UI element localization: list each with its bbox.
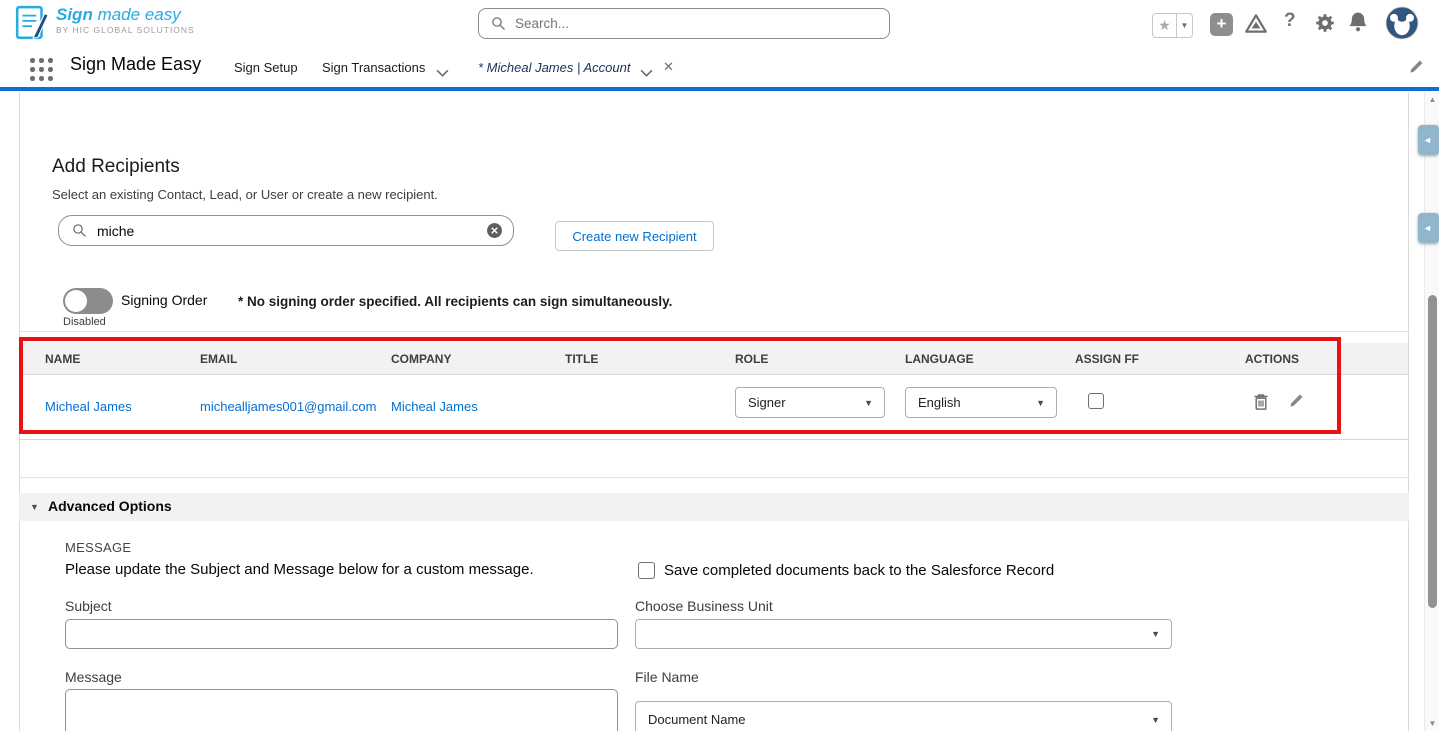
advanced-options-header[interactable]: ▼ Advanced Options (19, 493, 1409, 521)
scrollbar-thumb[interactable] (1428, 295, 1437, 608)
recipient-search-box[interactable] (58, 215, 514, 246)
column-header-language: LANGUAGE (905, 352, 974, 366)
app-launcher-waffle-icon[interactable] (30, 58, 54, 82)
page-subtitle: Select an existing Contact, Lead, or Use… (52, 187, 438, 202)
chevron-down-icon: ▼ (1036, 398, 1056, 408)
side-panel-toggle-button[interactable]: ◄ (1418, 213, 1439, 243)
toggle-knob (65, 290, 87, 312)
role-select-value: Signer (736, 395, 864, 410)
chevron-down-icon: ▼ (864, 398, 884, 408)
recipients-table-header: NAME EMAIL COMPANY TITLE ROLE LANGUAGE A… (20, 343, 1408, 375)
notifications-bell-icon[interactable] (1347, 11, 1369, 38)
scroll-up-arrow-icon[interactable]: ▲ (1425, 95, 1439, 104)
tab-chevron-down-icon[interactable] (640, 64, 653, 82)
file-name-value: Document Name (636, 702, 1151, 727)
app-nav-bar: Sign Made Easy Sign Setup Sign Transacti… (0, 46, 1439, 91)
column-header-assign-ff: ASSIGN FF (1075, 352, 1139, 366)
favorites-button-group: ★ ▼ (1152, 13, 1193, 38)
recipient-email-link[interactable]: michealljames001@gmail.com (200, 399, 376, 414)
role-select[interactable]: Signer ▼ (735, 387, 885, 418)
logo-title: Sign made easy (56, 5, 195, 25)
logo-subtitle: BY HIC GLOBAL SOLUTIONS (56, 25, 195, 35)
assign-ff-checkbox[interactable] (1088, 393, 1104, 409)
recipient-table-row: Micheal James michealljames001@gmail.com… (20, 375, 1408, 440)
column-header-company: COMPANY (391, 352, 451, 366)
message-label: Message (65, 669, 122, 685)
save-documents-checkbox[interactable] (638, 562, 655, 579)
user-avatar[interactable] (1385, 6, 1419, 45)
nav-item-sign-setup[interactable]: Sign Setup (234, 60, 298, 75)
global-search-input[interactable] (515, 16, 889, 31)
app-window: Sign made easy BY HIC GLOBAL SOLUTIONS ★… (0, 0, 1439, 731)
app-name: Sign Made Easy (70, 54, 201, 75)
message-section-label: MESSAGE (65, 540, 131, 555)
edit-pencil-icon[interactable] (1288, 392, 1305, 414)
global-header: Sign made easy BY HIC GLOBAL SOLUTIONS ★… (0, 0, 1439, 46)
file-name-select[interactable]: Document Name ▼ (635, 701, 1172, 731)
chevron-down-icon: ▼ (1151, 629, 1171, 639)
logo-title-light: made easy (93, 5, 181, 24)
recipient-search-input[interactable] (97, 223, 486, 239)
advanced-options-label: Advanced Options (48, 498, 172, 514)
setup-gear-icon[interactable] (1314, 12, 1336, 39)
recipient-company-link[interactable]: Micheal James (391, 399, 478, 414)
column-header-name: NAME (45, 352, 80, 366)
signing-order-state: Disabled (63, 316, 106, 328)
brand-logo: Sign made easy BY HIC GLOBAL SOLUTIONS (14, 5, 195, 46)
signing-order-note: * No signing order specified. All recipi… (238, 294, 672, 309)
business-unit-select[interactable]: ▼ (635, 619, 1172, 649)
nav-item-sign-transactions[interactable]: Sign Transactions (322, 60, 425, 75)
main-content-viewport: Add Recipients Select an existing Contac… (0, 92, 1439, 731)
column-header-role: ROLE (735, 352, 768, 366)
signing-order-label: Signing Order (121, 292, 207, 308)
section-divider (19, 331, 1409, 332)
favorites-star-icon[interactable]: ★ (1152, 13, 1177, 38)
edit-nav-pencil-icon[interactable] (1408, 58, 1425, 80)
recipient-name-link[interactable]: Micheal James (45, 399, 132, 414)
help-icon[interactable]: ? (1284, 10, 1296, 32)
subject-label: Subject (65, 598, 112, 614)
favorites-dropdown-icon[interactable]: ▼ (1176, 13, 1193, 38)
signing-order-toggle[interactable] (63, 288, 113, 314)
save-documents-label: Save completed documents back to the Sal… (664, 562, 1054, 579)
guidance-trailhead-icon[interactable] (1244, 13, 1268, 40)
clear-search-icon[interactable] (486, 222, 503, 239)
business-unit-label: Choose Business Unit (635, 598, 773, 614)
collapse-triangle-icon[interactable]: ▼ (30, 502, 39, 512)
language-select[interactable]: English ▼ (905, 387, 1057, 418)
message-textarea[interactable] (65, 689, 618, 731)
message-hint-text: Please update the Subject and Message be… (65, 561, 534, 578)
tab-micheal-james-account[interactable]: * Micheal James | Account (478, 60, 630, 75)
scroll-down-arrow-icon[interactable]: ▼ (1425, 719, 1439, 728)
subject-input[interactable] (65, 619, 618, 649)
search-icon (72, 223, 87, 238)
file-name-label: File Name (635, 669, 699, 685)
document-pen-logo-icon (14, 5, 50, 46)
global-search-box[interactable] (478, 8, 890, 39)
search-icon (491, 16, 506, 31)
vertical-scrollbar[interactable]: ▲ ▼ (1424, 92, 1439, 731)
chevron-down-icon: ▼ (1151, 702, 1171, 725)
side-panel-toggle-button[interactable]: ◄ (1418, 125, 1439, 155)
tab-close-icon[interactable]: ✕ (663, 59, 674, 75)
language-select-value: English (906, 395, 1036, 410)
create-new-recipient-button[interactable]: Create new Recipient (555, 221, 714, 251)
column-header-actions: ACTIONS (1245, 352, 1299, 366)
page-title: Add Recipients (52, 156, 180, 178)
column-header-title: TITLE (565, 352, 598, 366)
section-divider (19, 477, 1409, 478)
column-header-email: EMAIL (200, 352, 237, 366)
sign-transactions-chevron-down-icon[interactable] (436, 64, 449, 82)
delete-trash-icon[interactable] (1253, 392, 1269, 416)
global-actions-plus-icon[interactable]: + (1210, 13, 1233, 36)
logo-title-bold: Sign (56, 5, 93, 24)
